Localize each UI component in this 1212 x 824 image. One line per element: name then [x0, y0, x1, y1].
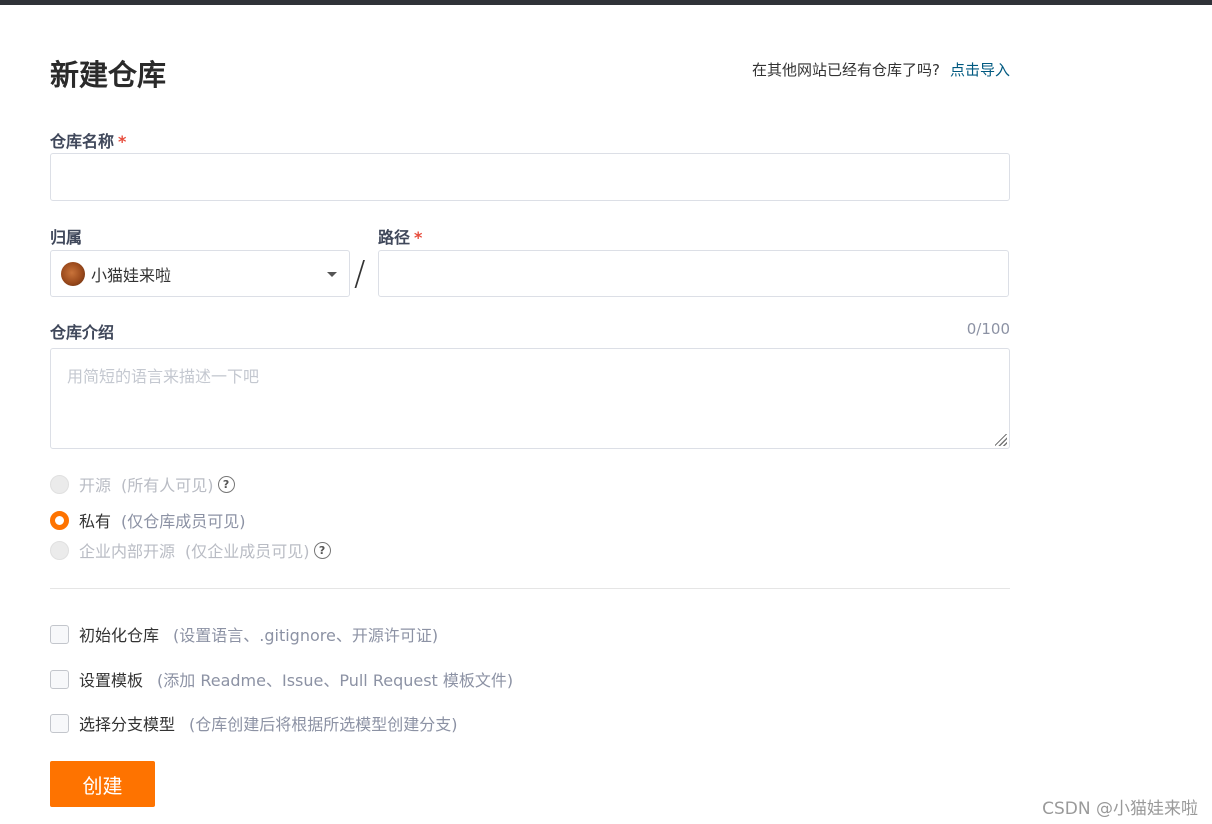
checkbox[interactable]	[50, 669, 69, 689]
owner-select[interactable]: 小猫娃来啦	[50, 250, 350, 297]
option-label: 初始化仓库	[79, 626, 160, 645]
owner-name: 小猫娃来啦	[91, 265, 172, 285]
radio-button[interactable]	[50, 510, 69, 530]
resize-handle-icon[interactable]	[995, 434, 1007, 446]
required-mark: *	[414, 228, 423, 247]
page-title: 新建仓库	[50, 58, 167, 92]
visibility-note: (仅仓库成员可见)	[121, 512, 246, 531]
top-bar	[0, 0, 1212, 5]
help-icon[interactable]: ?	[217, 475, 235, 493]
option-note: (仓库创建后将根据所选模型创建分支)	[189, 715, 458, 734]
path-label: 路径 *	[378, 228, 423, 247]
avatar	[61, 261, 85, 286]
import-hint: 在其他网站已经有仓库了吗? 点击导入	[752, 59, 1010, 80]
create-button[interactable]: 创建	[50, 761, 155, 807]
visibility-label: 开源	[79, 476, 112, 495]
option-init-repo[interactable]: 初始化仓库 (设置语言、.gitignore、开源许可证)	[50, 622, 438, 646]
option-label: 选择分支模型	[79, 715, 176, 734]
repo-name-input[interactable]	[50, 153, 1010, 201]
visibility-private[interactable]: 私有 (仅仓库成员可见)	[50, 508, 246, 532]
radio-button[interactable]	[50, 540, 69, 560]
checkbox[interactable]	[50, 713, 69, 733]
visibility-public[interactable]: 开源 (所有人可见) ?	[50, 472, 235, 496]
option-note: (添加 Readme、Issue、Pull Request 模板文件)	[157, 671, 514, 690]
chevron-down-icon	[327, 272, 337, 277]
visibility-label: 企业内部开源	[79, 542, 176, 561]
required-mark: *	[118, 132, 127, 151]
description-textarea[interactable]: 用简短的语言来描述一下吧	[50, 348, 1010, 449]
visibility-note: (仅企业成员可见)	[185, 542, 310, 561]
description-label: 仓库介绍	[50, 323, 115, 342]
watermark: CSDN @小猫娃来啦	[1042, 799, 1198, 819]
visibility-enterprise[interactable]: 企业内部开源 (仅企业成员可见) ?	[50, 538, 331, 562]
char-counter: 0/100	[966, 320, 1010, 338]
option-note: (设置语言、.gitignore、开源许可证)	[173, 626, 439, 645]
visibility-label: 私有	[79, 512, 112, 531]
repo-name-label: 仓库名称 *	[50, 132, 127, 151]
path-input[interactable]	[378, 250, 1009, 297]
help-icon[interactable]: ?	[313, 541, 331, 559]
option-label: 设置模板	[79, 671, 144, 690]
checkbox[interactable]	[50, 624, 69, 644]
import-hint-text: 在其他网站已经有仓库了吗?	[752, 61, 940, 79]
owner-label: 归属	[50, 228, 83, 247]
option-template[interactable]: 设置模板 (添加 Readme、Issue、Pull Request 模板文件)	[50, 667, 513, 691]
radio-button[interactable]	[50, 474, 69, 494]
description-placeholder: 用简短的语言来描述一下吧	[67, 367, 260, 386]
divider	[50, 588, 1010, 589]
visibility-note: (所有人可见)	[121, 476, 214, 495]
import-link[interactable]: 点击导入	[950, 61, 1010, 79]
path-separator: /	[354, 254, 366, 294]
option-branch-model[interactable]: 选择分支模型 (仓库创建后将根据所选模型创建分支)	[50, 711, 458, 735]
